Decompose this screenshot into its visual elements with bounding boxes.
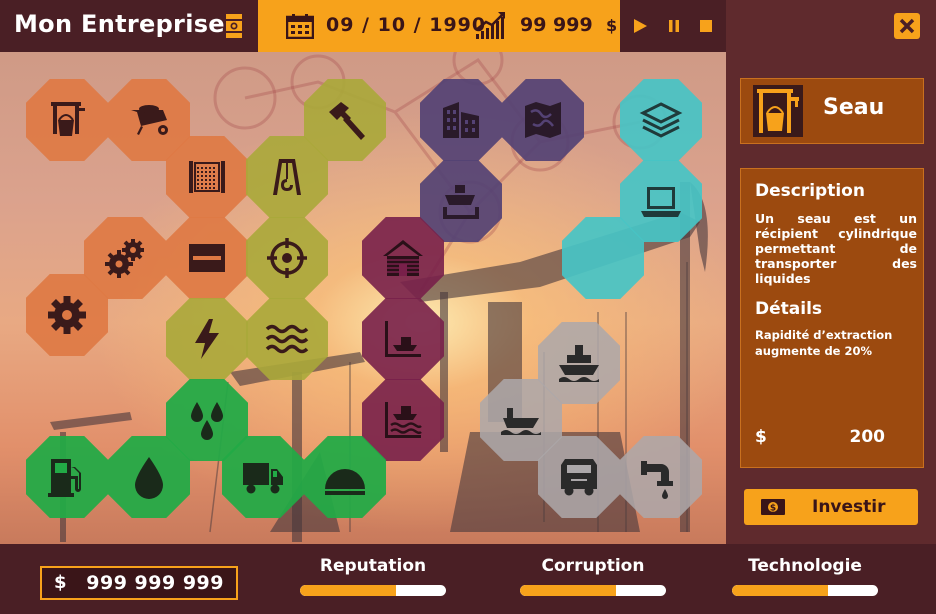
stat-track [520,585,666,596]
stat-reputation: Reputation [300,556,446,596]
drops-icon [191,402,223,440]
price-currency: $ [755,427,767,447]
panel-icon [189,244,225,272]
stat-label: Reputation [319,556,427,576]
tech-oil-drop[interactable] [108,436,190,518]
tech-panel[interactable] [166,217,248,299]
tech-map[interactable] [502,79,584,161]
calendar-icon [286,14,314,39]
layers-icon [639,102,683,138]
tech-lightning[interactable] [166,298,248,380]
bottom-bar: $ 999 999 999 Reputation Corruption Tech… [0,544,936,614]
company-title-box: Mon Entreprise [0,0,258,52]
target-icon [267,238,307,278]
tech-gate[interactable] [166,136,248,218]
ship-dock-icon [443,185,479,219]
close-icon [899,18,915,34]
gate-icon [189,161,225,193]
water-rig-icon [385,402,422,438]
wheelbarrow-icon [131,105,168,135]
description-text: Un seau est un récipient cylindrique per… [755,211,917,286]
item-detail-panel: Seau Description Un seau est un récipien… [726,52,936,544]
money-currency: $ [605,16,618,35]
close-bar [726,0,936,52]
description-title: Description [755,181,865,201]
tech-tank-truck[interactable] [538,436,620,518]
company-name: Mon Entreprise [14,10,225,38]
cargo-ship-icon [559,345,599,382]
tech-cabin[interactable] [362,217,444,299]
oil-drop-icon [135,457,163,499]
stat-fill [520,585,617,596]
truck-icon [243,463,283,494]
invest-button[interactable]: $ Investir [744,489,918,525]
details-text: Rapidité d’extraction augmente de 20% [755,328,893,358]
gear-icon [48,296,86,334]
budget-display: $ 999 999 999 [40,566,238,600]
bucket-icon [757,89,799,133]
stat-fill [300,585,397,596]
speed-controls [620,0,726,52]
tech-offshore[interactable] [362,298,444,380]
status-bar: 09 / 10 / 1990 99 999 $ [258,0,620,52]
budget-currency: $ [54,572,67,593]
stat-track [732,585,878,596]
tech-truck[interactable] [222,436,304,518]
tech-layers[interactable] [620,79,702,161]
game-date: 09 / 10 / 1990 [326,14,487,36]
tech-office[interactable] [420,79,502,161]
gears-icon [105,239,144,278]
item-description-box: Description Un seau est un récipient cyl… [740,168,924,468]
stat-corruption: Corruption [520,556,666,596]
item-picture [753,85,803,137]
details-title: Détails [755,299,823,319]
fuel-pump-icon [48,459,81,497]
hammer-icon [329,102,365,140]
tech-tree-area [0,52,726,544]
stat-label: Corruption [541,556,645,576]
tech-bucket[interactable] [26,79,108,161]
invest-label: Investir [812,497,886,517]
pipe-icon [641,461,673,499]
stat-technology: Technologie [732,556,878,596]
tech-fuel-pump[interactable] [26,436,108,518]
close-button[interactable] [894,13,920,39]
play-icon[interactable] [630,16,650,36]
top-bar: Mon Entreprise 09 / 10 / 1990 99 999 $ [0,0,936,52]
bucket-icon [51,102,85,136]
pause-icon[interactable] [664,16,684,36]
cash-icon: $ [761,499,785,515]
money-value: 99 999 [520,14,593,36]
dome-icon [325,469,365,495]
item-price: 200 [849,427,886,447]
svg-text:$: $ [770,504,776,514]
stop-icon[interactable] [696,16,716,36]
item-header: Seau [740,78,924,144]
stat-label: Technologie [748,556,862,576]
oil-barrel-icon [226,14,242,38]
stat-track [300,585,446,596]
laptop-icon [641,187,681,217]
tech-waves[interactable] [246,298,328,380]
money-readout: 99 999 $ [520,14,617,36]
tech-pipe[interactable] [620,436,702,518]
lightning-icon [195,319,219,359]
offshore-icon [385,321,421,357]
tank-truck-icon [561,459,597,496]
tech-teal-slot[interactable] [562,217,644,299]
tech-target[interactable] [246,217,328,299]
tanker-icon [501,408,541,435]
cabin-icon [383,240,423,276]
waves-icon [265,324,309,354]
crane-icon [273,159,301,195]
office-icon [443,102,479,138]
growth-chart-icon [475,12,505,39]
budget-value: 999 999 999 [86,572,224,594]
item-name: Seau [823,95,885,120]
tech-gear[interactable] [26,274,108,356]
map-icon [525,102,561,138]
tech-crane[interactable] [246,136,328,218]
tech-dome[interactable] [304,436,386,518]
stat-fill [732,585,829,596]
